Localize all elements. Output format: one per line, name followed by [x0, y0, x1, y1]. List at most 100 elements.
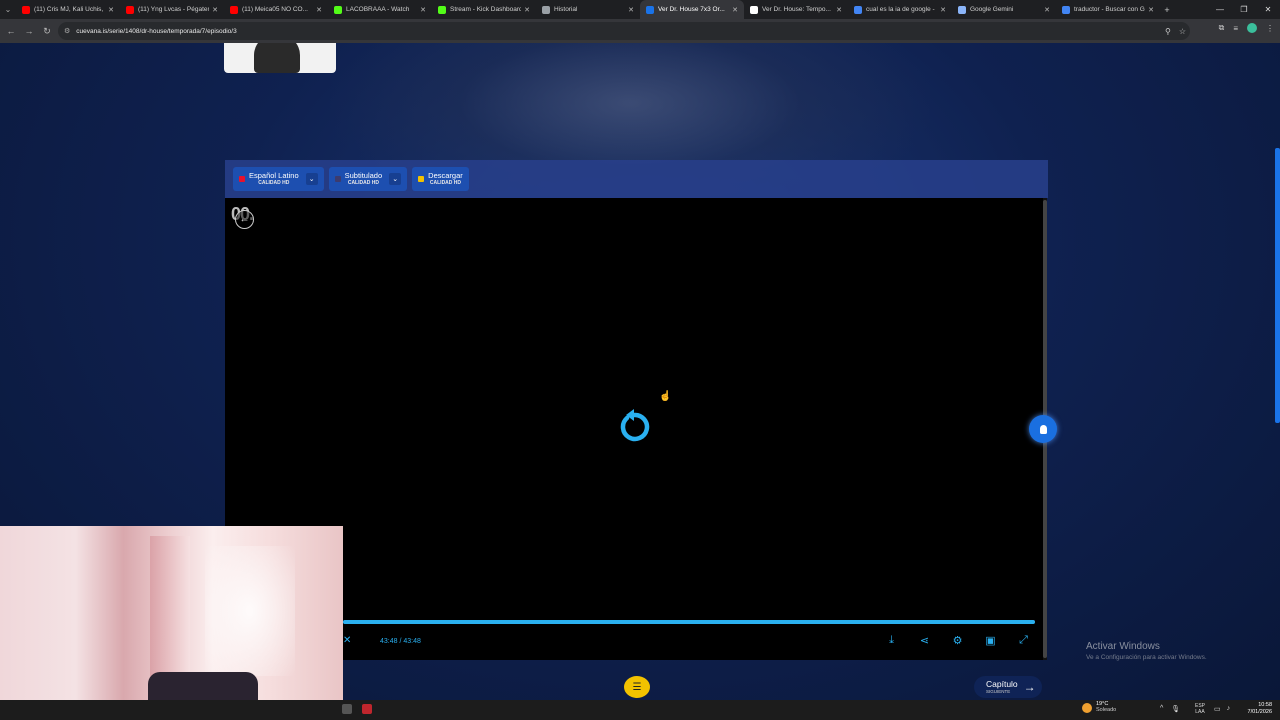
tab-close-icon[interactable]: ✕ [628, 6, 634, 14]
arrow-right-icon: → [1023, 680, 1036, 694]
mute-icon[interactable]: ✕ [343, 635, 351, 646]
browser-tab[interactable]: traductor - Buscar con Go...✕ [1056, 0, 1160, 19]
network-icon[interactable]: ▭ [1214, 705, 1221, 713]
tab-close-icon[interactable]: ✕ [1044, 6, 1050, 14]
weather-widget[interactable]: 19°C Soleado [1082, 701, 1116, 713]
tab-search-icon[interactable]: ⌄ [0, 0, 16, 19]
tab-close-icon[interactable]: ✕ [1148, 6, 1154, 14]
episode-list-button[interactable]: ☰ [624, 676, 650, 698]
tab-favicon-icon [1062, 5, 1070, 14]
next-episode-label: Capítulo [986, 679, 1018, 689]
tab-title: Historial [554, 6, 578, 13]
profile-avatar[interactable] [1247, 23, 1257, 33]
forward-button[interactable]: → [20, 26, 38, 36]
maximize-button[interactable]: ❐ [1232, 0, 1256, 19]
tab-close-icon[interactable]: ✕ [836, 6, 842, 14]
tab-favicon-icon [126, 5, 134, 14]
tab-close-icon[interactable]: ✕ [316, 6, 322, 14]
chevron-down-icon[interactable]: ⌄ [305, 173, 318, 185]
site-info-icon[interactable]: ⚙ [64, 27, 70, 35]
flag-icon [418, 176, 425, 182]
language-options-bar: Español Latino CALIDAD HD ⌄ Subtitulado CALI… [225, 160, 1048, 198]
fullscreen-icon[interactable]: ⤢ [1016, 633, 1031, 648]
tab-title: traductor - Buscar con Go... [1074, 6, 1145, 13]
tab-close-icon[interactable]: ✕ [212, 6, 218, 14]
video-player[interactable]: 00. ← ☝ ✕ 43:48 / 43:48 ⤓ ⋖ ⚙ ▣ ⤢ [225, 198, 1047, 660]
browser-tab[interactable]: Ver Dr. House: Tempo... ✕ [744, 0, 848, 19]
url-text: cuevana.is/serie/1408/dr-house/temporada… [76, 27, 237, 35]
tab-title: (11) Yng Lvcas - Pégatem... [138, 6, 209, 13]
share-icon[interactable]: ⋖ [917, 633, 932, 648]
reload-button[interactable]: ↻ [38, 26, 56, 37]
audio-option-label: Español Latino [249, 171, 299, 181]
tab-favicon-icon [854, 5, 862, 14]
browser-tab[interactable]: (11) Meica05 NO CO... ✕ [224, 0, 328, 19]
duration: 43:48 [403, 638, 421, 645]
next-episode-button[interactable]: Capítulo SIGUIENTE → [974, 676, 1042, 698]
browser-tab[interactable]: (11) Cris MJ, Kali Uchis, ... ✕ [16, 0, 120, 19]
browser-menu-icon[interactable]: ⋮ [1266, 24, 1274, 33]
tab-favicon-icon [646, 5, 654, 14]
tab-favicon-icon [542, 5, 550, 14]
progress-bar[interactable] [343, 620, 1035, 624]
series-poster [224, 43, 336, 73]
close-window-button[interactable]: ✕ [1256, 0, 1280, 19]
tab-title: (11) Meica05 NO CO... [242, 6, 308, 13]
tab-close-icon[interactable]: ✕ [108, 6, 114, 14]
audio-option-button[interactable]: Subtitulado CALIDAD HD ⌄ [328, 167, 408, 191]
audio-option-button[interactable]: Descargar CALIDAD HD [412, 167, 469, 191]
address-bar[interactable]: ⚙ cuevana.is/serie/1408/dr-house/tempora… [58, 22, 1190, 40]
quality-label: CALIDAD HD [258, 179, 290, 186]
tab-close-icon[interactable]: ✕ [524, 6, 530, 14]
next-episode-sublabel: SIGUIENTE [986, 688, 1011, 694]
tab-close-icon[interactable]: ✕ [420, 6, 426, 14]
download-icon[interactable]: ⤓ [884, 633, 899, 648]
browser-tab[interactable]: Historial ✕ [536, 0, 640, 19]
bookmark-star-icon[interactable]: ☆ [1179, 27, 1186, 36]
settings-gear-icon[interactable]: ⚙ [950, 633, 965, 648]
browser-tab[interactable]: Ver Dr. House 7x3 Or... ✕ [640, 0, 744, 19]
tab-title: (11) Cris MJ, Kali Uchis, ... [34, 6, 106, 13]
minimize-button[interactable]: — [1208, 0, 1232, 19]
tab-close-icon[interactable]: ✕ [940, 6, 946, 14]
zoom-icon[interactable]: ⚲ [1165, 27, 1171, 36]
windows-activation-watermark: Activar Windows Ve a Configuración para … [1086, 641, 1207, 661]
windows-taskbar: 19°C Soleado ^ 🎙 ESP LAA ▭ ♪ 10:58 7/01/… [0, 700, 1280, 720]
new-tab-button[interactable]: + [1160, 5, 1174, 15]
audio-option-button[interactable]: Español Latino CALIDAD HD ⌄ [233, 167, 324, 191]
tab-favicon-icon [750, 5, 758, 14]
microphone-icon[interactable]: 🎙 [1171, 705, 1180, 713]
browser-tab[interactable]: Google Gemini ✕ [952, 0, 1056, 19]
chevron-down-icon[interactable]: ⌄ [389, 173, 402, 185]
browser-tab[interactable]: (11) Yng Lvcas - Pégatem...✕ [120, 0, 224, 19]
progress-fill [343, 620, 1035, 624]
tab-close-icon[interactable]: ✕ [732, 6, 738, 14]
player-controls: ✕ 43:48 / 43:48 ⤓ ⋖ ⚙ ▣ ⤢ [225, 630, 1047, 656]
tab-title: Stream - Kick Dashboard [450, 6, 522, 13]
toolbar: ← → ↻ ⚙ cuevana.is/serie/1408/dr-house/t… [0, 19, 1280, 43]
replay-icon[interactable] [615, 408, 653, 446]
extensions-icon[interactable]: ⧉ [1219, 23, 1225, 33]
tab-favicon-icon [22, 5, 30, 14]
browser-tab[interactable]: cual es la ia de google - ... ✕ [848, 0, 952, 19]
lightbulb-icon[interactable] [1029, 415, 1057, 443]
tab-favicon-icon [334, 5, 342, 14]
taskbar-app-icon[interactable] [362, 704, 372, 714]
browser-tab[interactable]: Stream - Kick Dashboard ✕ [432, 0, 536, 19]
audio-option-label: Descargar [428, 171, 463, 181]
system-clock[interactable]: 10:58 7/01/2026 [1248, 702, 1272, 716]
browser-tab[interactable]: LACOBRAAA - Watch ✕ [328, 0, 432, 19]
taskbar-app-icon[interactable] [342, 704, 352, 714]
back-button[interactable]: ← [2, 26, 20, 36]
media-controls-icon[interactable]: ≡ [1233, 24, 1238, 33]
flag-icon [239, 176, 245, 182]
page-scrollbar[interactable] [1275, 148, 1280, 423]
tray-chevron-icon[interactable]: ^ [1160, 705, 1163, 713]
current-time: 43:48 [380, 638, 398, 645]
language-indicator[interactable]: ESP LAA [1195, 703, 1205, 715]
volume-icon[interactable]: ♪ [1227, 705, 1231, 713]
picture-in-picture-icon[interactable]: ▣ [983, 633, 998, 648]
player-back-button[interactable]: ← [235, 210, 254, 229]
audio-option-label: Subtitulado [344, 171, 383, 181]
tab-title: Ver Dr. House 7x3 Or... [658, 6, 725, 13]
